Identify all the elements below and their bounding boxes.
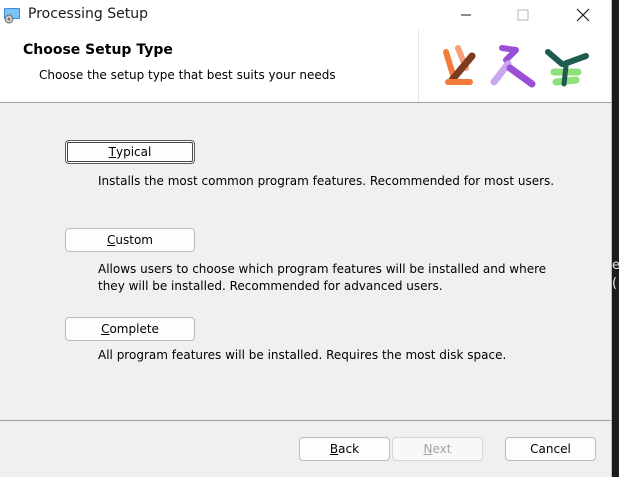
next-button[interactable]: Next — [392, 437, 483, 461]
complete-button-label: omplete — [109, 322, 159, 336]
background-text: e — [612, 258, 619, 273]
close-button[interactable] — [560, 0, 606, 30]
processing-logo — [443, 45, 589, 88]
window-title: Processing Setup — [28, 6, 148, 22]
minimize-icon — [461, 14, 471, 16]
banner-divider — [418, 30, 419, 102]
page-title: Choose Setup Type — [23, 42, 173, 58]
back-button[interactable]: Back — [299, 437, 390, 461]
typical-description: Installs the most common program feature… — [98, 174, 555, 188]
background-text: ( — [612, 276, 618, 291]
typical-button[interactable]: Typical — [65, 140, 195, 164]
custom-button[interactable]: Custom — [65, 228, 195, 252]
installer-icon — [4, 8, 20, 24]
next-button-label: ext — [432, 442, 452, 456]
complete-description: All program features will be installed. … — [98, 348, 507, 362]
close-icon — [576, 8, 590, 22]
custom-description: Allows users to choose which program fea… — [98, 262, 547, 293]
next-button-mnemonic: N — [423, 442, 433, 456]
maximize-button[interactable] — [500, 0, 546, 30]
complete-button-mnemonic: C — [101, 322, 110, 336]
cancel-button[interactable]: Cancel — [505, 437, 596, 461]
footer-divider — [0, 420, 611, 421]
custom-button-label: ustom — [115, 233, 153, 247]
page-subtitle: Choose the setup type that best suits yo… — [39, 68, 336, 82]
maximize-icon — [517, 9, 529, 21]
minimize-button[interactable] — [443, 0, 489, 30]
title-bar[interactable]: Processing Setup — [0, 0, 611, 30]
header-banner: Choose Setup Type Choose the setup type … — [0, 30, 611, 103]
typical-button-label: ypical — [116, 145, 152, 159]
back-button-mnemonic: B — [329, 442, 339, 456]
complete-button[interactable]: Complete — [65, 317, 195, 341]
back-button-label: ack — [338, 442, 360, 456]
custom-button-mnemonic: C — [107, 233, 116, 247]
typical-button-mnemonic: T — [108, 145, 116, 159]
setup-window: Processing Setup Choose Setup Type Choos… — [0, 0, 612, 477]
